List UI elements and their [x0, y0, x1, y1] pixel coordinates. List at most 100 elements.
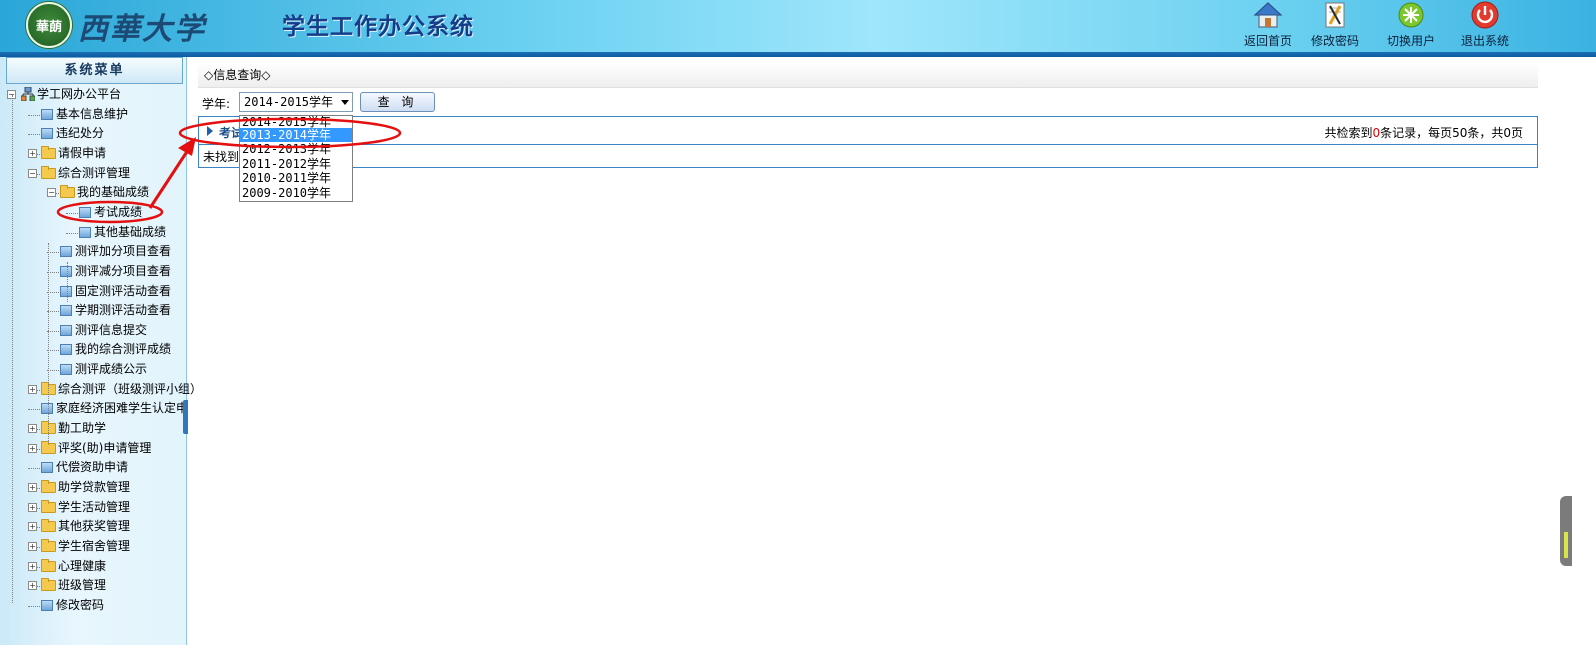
expand-toggle-icon[interactable]: +	[28, 443, 37, 453]
sidebar-item-label: 代偿资助申请	[56, 460, 129, 475]
sidebar-item-label: 其他基础成绩	[94, 224, 167, 239]
change-password-button[interactable]: 修改密码	[1303, 0, 1367, 49]
year-option-highlighted[interactable]: 2013-2014学年	[240, 128, 352, 142]
result-header: 考试成绩 共检索到0条记录，每页50条，共0页	[199, 117, 1537, 145]
year-option[interactable]: 2010-2011学年	[240, 171, 352, 185]
sidebar-item-label: 学生活动管理	[58, 499, 131, 514]
expand-toggle-icon[interactable]: +	[28, 581, 37, 591]
query-button[interactable]: 查 询	[360, 92, 435, 112]
sidebar-item-5[interactable]: − 我的基础成绩	[0, 183, 183, 202]
sidebar-item-11[interactable]: 学期测评活动查看	[0, 301, 183, 320]
folder-icon	[41, 440, 56, 454]
sidebar-item-6[interactable]: 考试成绩	[0, 203, 183, 222]
sidebar-item-22[interactable]: + 其他获奖管理	[0, 517, 183, 536]
sidebar-item-label: 班级管理	[58, 578, 107, 593]
main-content: ◇信息查询◇ 学年: 2014-2015学年 查 询 考试成绩 共检索到0条记录…	[188, 57, 1596, 645]
sidebar-item-8[interactable]: 测评加分项目查看	[0, 242, 183, 261]
sidebar-item-label: 固定测评活动查看	[75, 283, 172, 298]
sidebar-item-10[interactable]: 固定测评活动查看	[0, 282, 183, 301]
switch-user-button[interactable]: 切换用户	[1379, 0, 1443, 49]
collapse-toggle-icon[interactable]: −	[47, 188, 56, 198]
tree-guide-line	[12, 95, 13, 603]
sidebar-item-1[interactable]: 基本信息维护	[0, 105, 183, 124]
sidebar-item-24[interactable]: + 心理健康	[0, 557, 183, 576]
floating-side-widget[interactable]	[1560, 496, 1572, 566]
year-option[interactable]: 2014-2015学年	[240, 116, 352, 129]
sidebar-item-14[interactable]: 测评成绩公示	[0, 360, 183, 379]
sidebar-item-15[interactable]: + 综合测评（班级测评小组）	[0, 380, 202, 399]
page-icon	[60, 246, 72, 258]
page-icon	[41, 403, 53, 415]
sidebar-item-20[interactable]: + 助学贷款管理	[0, 478, 183, 497]
triangle-right-icon	[207, 126, 213, 136]
sidebar-item-label: 我的综合测评成绩	[75, 342, 172, 357]
folder-icon	[41, 538, 56, 552]
expand-toggle-icon[interactable]: +	[28, 424, 37, 434]
sidebar-item-label: 其他获奖管理	[58, 519, 131, 534]
sidebar-item-9[interactable]: 测评减分项目查看	[0, 262, 183, 281]
page-icon	[41, 599, 53, 611]
page-icon	[79, 206, 91, 218]
sidebar-item-label: 违纪处分	[56, 126, 105, 141]
expand-toggle-icon[interactable]: +	[28, 541, 37, 551]
page-icon	[41, 462, 53, 474]
expand-toggle-icon[interactable]: +	[28, 561, 37, 571]
sidebar-item-2[interactable]: 违纪处分	[0, 124, 183, 143]
sidebar-item-4[interactable]: − 综合测评管理	[0, 164, 183, 183]
sidebar-item-19[interactable]: 代偿资助申请	[0, 458, 183, 477]
result-panel: 考试成绩 共检索到0条记录，每页50条，共0页 未找到相关记录	[198, 116, 1538, 168]
sidebar-item-7[interactable]: 其他基础成绩	[0, 223, 183, 242]
tree-connector	[28, 114, 40, 116]
sidebar-item-label: 测评成绩公示	[75, 362, 148, 377]
year-option[interactable]: 2012-2013学年	[240, 142, 352, 156]
sidebar-item-label: 测评减分项目查看	[75, 263, 172, 278]
year-label: 学年:	[202, 97, 231, 111]
edit-password-icon	[1325, 2, 1345, 28]
sidebar-item-13[interactable]: 我的综合测评成绩	[0, 340, 183, 359]
tree-connector	[28, 468, 40, 470]
year-option[interactable]: 2009-2010学年	[240, 186, 352, 200]
chevron-down-icon	[341, 100, 349, 105]
sidebar-item-16[interactable]: 家庭经济困难学生认定申	[0, 399, 188, 418]
sidebar-item-0[interactable]: − 学工网办公平台	[0, 85, 183, 104]
sidebar-item-label: 修改密码	[56, 597, 105, 612]
year-option[interactable]: 2011-2012学年	[240, 157, 352, 171]
sidebar-item-25[interactable]: + 班级管理	[0, 576, 183, 595]
result-stats: 共检索到0条记录，每页50条，共0页	[1324, 126, 1523, 140]
expand-toggle-icon[interactable]: +	[28, 384, 37, 394]
sidebar-item-label: 测评信息提交	[75, 322, 148, 337]
sidebar-title: 系统菜单	[6, 57, 183, 84]
sidebar-item-label: 学期测评活动查看	[75, 303, 172, 318]
tree-connector	[28, 409, 40, 411]
power-icon	[1471, 1, 1499, 29]
expand-toggle-icon[interactable]: +	[28, 502, 37, 512]
sidebar-item-label: 测评加分项目查看	[75, 244, 172, 259]
year-select-value: 2014-2015学年	[244, 95, 334, 109]
sidebar-item-label: 勤工助学	[58, 421, 107, 436]
expand-toggle-icon[interactable]: +	[28, 148, 37, 158]
folder-icon	[41, 145, 56, 159]
expand-toggle-icon[interactable]: +	[28, 483, 37, 492]
sidebar-item-26[interactable]: 修改密码	[0, 596, 183, 615]
sidebar-item-label: 请假申请	[58, 145, 107, 160]
sidebar-item-12[interactable]: 测评信息提交	[0, 321, 183, 340]
sidebar-item-17[interactable]: + 勤工助学	[0, 419, 183, 438]
expand-toggle-icon[interactable]: +	[28, 522, 37, 532]
year-select[interactable]: 2014-2015学年	[239, 92, 353, 112]
sidebar-item-23[interactable]: + 学生宿舍管理	[0, 537, 183, 556]
sidebar-item-label: 综合测评管理	[58, 165, 131, 180]
sidebar-item-18[interactable]: + 评奖(助)申请管理	[0, 439, 183, 458]
sidebar-item-21[interactable]: + 学生活动管理	[0, 498, 183, 517]
folder-icon	[41, 480, 56, 493]
logout-button[interactable]: 退出系统	[1453, 0, 1517, 49]
info-query-bar: ◇信息查询◇	[198, 63, 1538, 88]
collapse-toggle-icon[interactable]: −	[28, 168, 37, 178]
sidebar-item-label: 综合测评（班级测评小组）	[58, 381, 203, 396]
sidebar-item-3[interactable]: + 请假申请	[0, 144, 183, 163]
switch-user-icon	[1398, 2, 1424, 28]
page-icon	[60, 305, 72, 317]
sidebar-item-label: 基本信息维护	[56, 106, 129, 121]
sidebar-item-label: 我的基础成绩	[77, 185, 150, 200]
app-header: 華蓢 西華大学 学生工作办公系统 返回首页 修改密码 切换用户 退出系统	[0, 0, 1596, 52]
home-button[interactable]: 返回首页	[1236, 0, 1300, 49]
